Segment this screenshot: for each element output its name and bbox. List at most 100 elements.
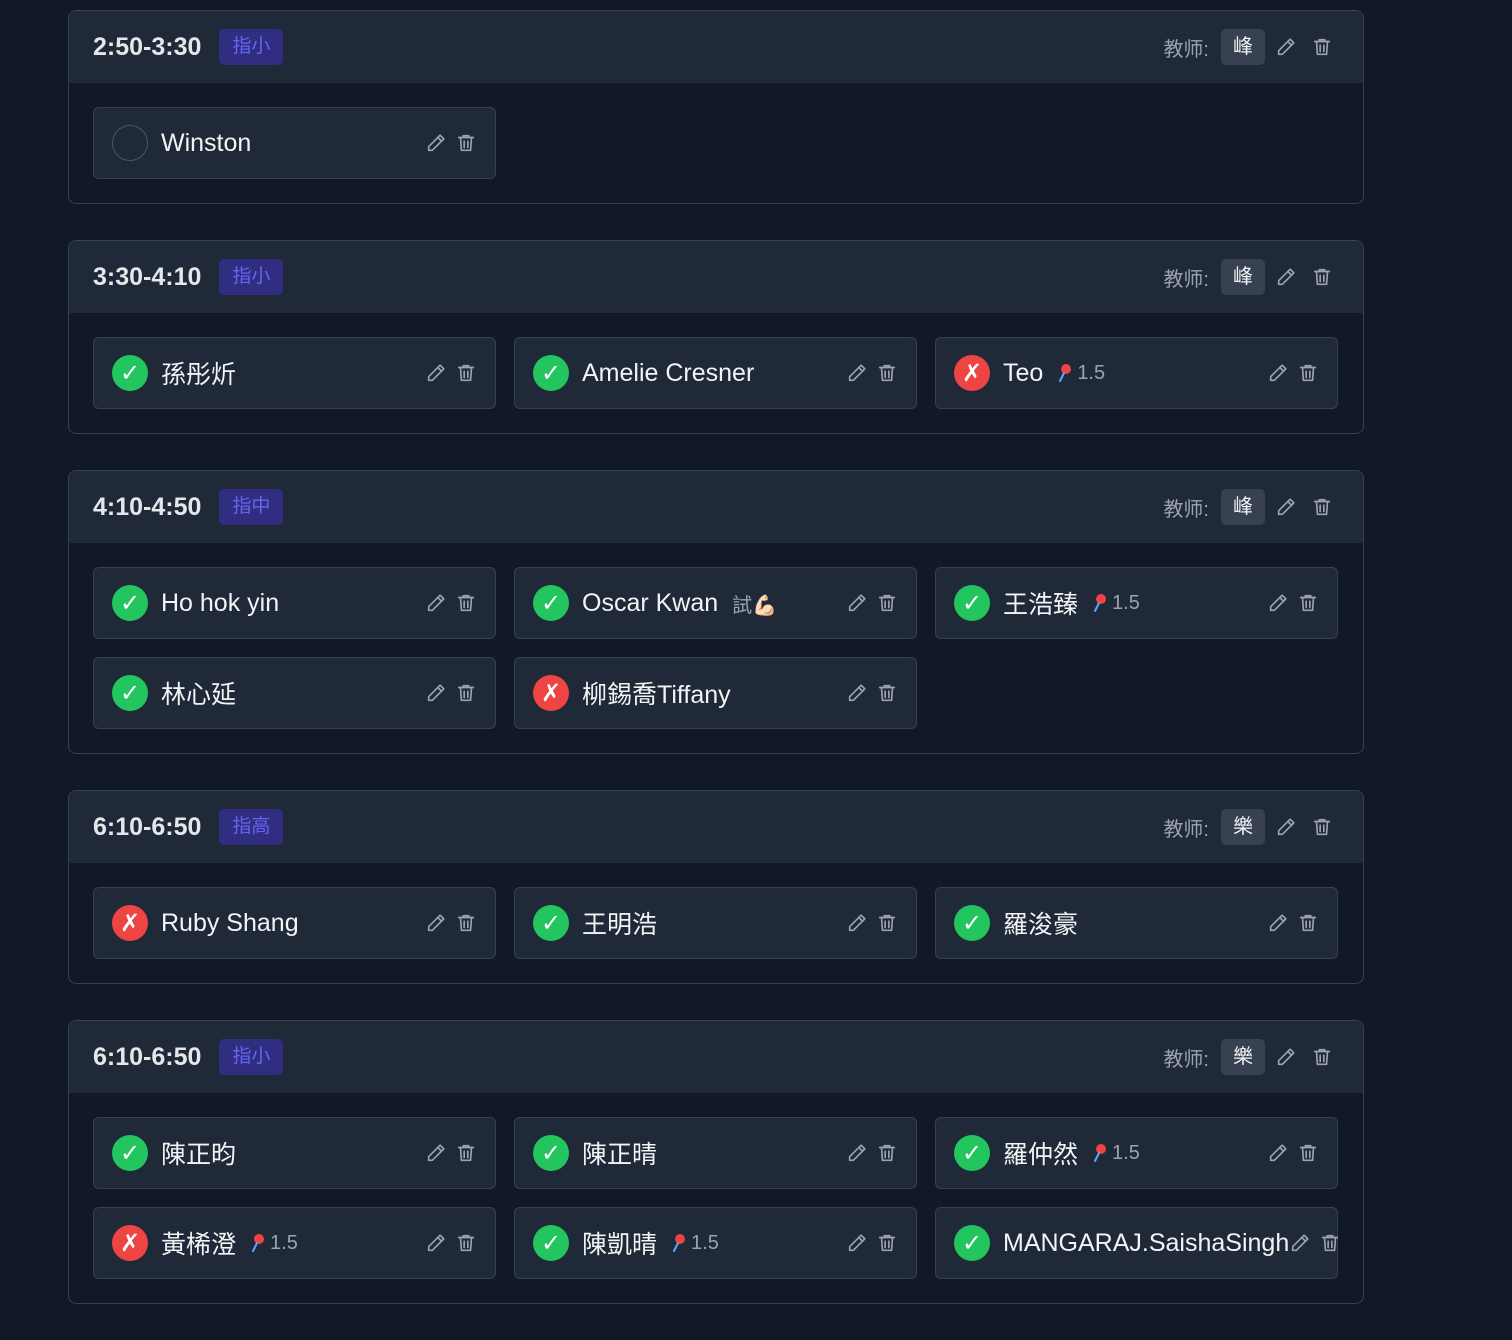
student-card[interactable]: ✓ 林心延 — [93, 657, 496, 729]
student-card[interactable]: ✓ 陳正昀 — [93, 1117, 496, 1189]
delete-student-icon[interactable] — [1297, 592, 1319, 614]
student-grid: ✓ Ho hok yin ✓ Oscar Kwan 試💪🏻 ✓ 王浩臻 1.5 ✓ 林心延 ✗ 柳錫喬… — [69, 543, 1363, 753]
edit-student-icon[interactable] — [846, 1232, 868, 1254]
status-unmarked-icon[interactable] — [112, 125, 148, 161]
delete-student-icon[interactable] — [455, 132, 477, 154]
student-card[interactable]: ✓ Ho hok yin — [93, 567, 496, 639]
edit-student-icon[interactable] — [425, 592, 447, 614]
student-card[interactable]: ✓ MANGARAJ.SaishaSingh — [935, 1207, 1341, 1279]
delete-student-icon[interactable] — [455, 1142, 477, 1164]
delete-student-icon[interactable] — [1297, 912, 1319, 934]
edit-student-icon[interactable] — [846, 592, 868, 614]
student-card[interactable]: ✗ 柳錫喬Tiffany — [514, 657, 917, 729]
edit-session-icon[interactable] — [1271, 1042, 1301, 1072]
edit-session-icon[interactable] — [1271, 32, 1301, 62]
delete-student-icon[interactable] — [876, 912, 898, 934]
student-name: 王明浩 — [582, 911, 658, 939]
delete-student-icon[interactable] — [1319, 1232, 1341, 1254]
edit-student-icon[interactable] — [1267, 362, 1289, 384]
student-card[interactable]: ✓ 陳凱晴 1.5 — [514, 1207, 917, 1279]
status-present-icon[interactable]: ✓ — [533, 905, 569, 941]
edit-student-icon[interactable] — [425, 362, 447, 384]
delete-session-icon[interactable] — [1307, 262, 1337, 292]
student-card[interactable]: Winston — [93, 107, 496, 179]
status-present-icon[interactable]: ✓ — [112, 585, 148, 621]
student-tag-text: 1.5 — [691, 1231, 719, 1254]
delete-student-icon[interactable] — [1297, 1142, 1319, 1164]
delete-session-icon[interactable] — [1307, 812, 1337, 842]
delete-student-icon[interactable] — [876, 1142, 898, 1164]
student-card[interactable]: ✓ 羅浚豪 — [935, 887, 1338, 959]
edit-student-icon[interactable] — [846, 912, 868, 934]
edit-session-icon[interactable] — [1271, 262, 1301, 292]
teacher-badge: 樂 — [1221, 809, 1265, 845]
status-present-icon[interactable]: ✓ — [112, 675, 148, 711]
edit-student-icon[interactable] — [425, 1232, 447, 1254]
session-card: 6:10-6:50 指高 教师: 樂 ✗ Ruby Shang ✓ 王明浩 ✓ 羅浚豪 — [68, 790, 1364, 984]
status-present-icon[interactable]: ✓ — [112, 355, 148, 391]
status-present-icon[interactable]: ✓ — [112, 1135, 148, 1171]
delete-student-icon[interactable] — [876, 682, 898, 704]
edit-student-icon[interactable] — [846, 362, 868, 384]
delete-session-icon[interactable] — [1307, 492, 1337, 522]
delete-student-icon[interactable] — [1297, 362, 1319, 384]
edit-student-icon[interactable] — [1267, 912, 1289, 934]
edit-student-icon[interactable] — [1289, 1232, 1311, 1254]
student-card[interactable]: ✓ 陳正晴 — [514, 1117, 917, 1189]
student-tag: 1.5 — [1092, 592, 1140, 615]
delete-student-icon[interactable] — [455, 1232, 477, 1254]
student-card[interactable]: ✓ 孫彤炘 — [93, 337, 496, 409]
delete-session-icon[interactable] — [1307, 1042, 1337, 1072]
student-actions — [846, 592, 898, 614]
student-card[interactable]: ✗ Teo 1.5 — [935, 337, 1338, 409]
student-card[interactable]: ✓ 王明浩 — [514, 887, 917, 959]
edit-student-icon[interactable] — [1267, 1142, 1289, 1164]
status-present-icon[interactable]: ✓ — [954, 905, 990, 941]
edit-student-icon[interactable] — [425, 682, 447, 704]
edit-session-icon[interactable] — [1271, 492, 1301, 522]
delete-student-icon[interactable] — [876, 1232, 898, 1254]
status-absent-icon[interactable]: ✗ — [112, 905, 148, 941]
status-present-icon[interactable]: ✓ — [533, 1135, 569, 1171]
edit-student-icon[interactable] — [846, 682, 868, 704]
student-card[interactable]: ✗ Ruby Shang — [93, 887, 496, 959]
student-card[interactable]: ✓ Amelie Cresner — [514, 337, 917, 409]
delete-student-icon[interactable] — [455, 362, 477, 384]
student-card[interactable]: ✓ 王浩臻 1.5 — [935, 567, 1338, 639]
student-actions — [425, 912, 477, 934]
edit-student-icon[interactable] — [425, 132, 447, 154]
student-card[interactable]: ✓ Oscar Kwan 試💪🏻 — [514, 567, 917, 639]
teacher-label: 教师: — [1163, 498, 1209, 521]
student-grid: ✓ 孫彤炘 ✓ Amelie Cresner ✗ Teo 1.5 — [69, 313, 1363, 433]
status-present-icon[interactable]: ✓ — [533, 1225, 569, 1261]
delete-student-icon[interactable] — [455, 592, 477, 614]
edit-student-icon[interactable] — [1267, 592, 1289, 614]
student-tag: 1.5 — [1092, 1142, 1140, 1165]
status-absent-icon[interactable]: ✗ — [954, 355, 990, 391]
delete-session-icon[interactable] — [1307, 32, 1337, 62]
teacher-badge: 峰 — [1221, 489, 1265, 525]
status-present-icon[interactable]: ✓ — [954, 1225, 990, 1261]
student-name: 林心延 — [161, 681, 237, 709]
delete-student-icon[interactable] — [455, 912, 477, 934]
delete-student-icon[interactable] — [876, 362, 898, 384]
delete-student-icon[interactable] — [455, 682, 477, 704]
status-absent-icon[interactable]: ✗ — [112, 1225, 148, 1261]
level-badge: 指高 — [219, 809, 284, 845]
edit-student-icon[interactable] — [425, 912, 447, 934]
status-present-icon[interactable]: ✓ — [533, 585, 569, 621]
edit-student-icon[interactable] — [425, 1142, 447, 1164]
session-header: 6:10-6:50 指小 教师: 樂 — [69, 1021, 1363, 1093]
teacher-label: 教师: — [1163, 38, 1209, 61]
edit-session-icon[interactable] — [1271, 812, 1301, 842]
status-present-icon[interactable]: ✓ — [533, 355, 569, 391]
status-absent-icon[interactable]: ✗ — [533, 675, 569, 711]
student-card[interactable]: ✓ 羅仲然 1.5 — [935, 1117, 1338, 1189]
student-card[interactable]: ✗ 黃桸澄 1.5 — [93, 1207, 496, 1279]
status-present-icon[interactable]: ✓ — [954, 585, 990, 621]
teacher-badge: 峰 — [1221, 29, 1265, 65]
pushpin-icon — [1092, 1143, 1112, 1163]
delete-student-icon[interactable] — [876, 592, 898, 614]
edit-student-icon[interactable] — [846, 1142, 868, 1164]
status-present-icon[interactable]: ✓ — [954, 1135, 990, 1171]
